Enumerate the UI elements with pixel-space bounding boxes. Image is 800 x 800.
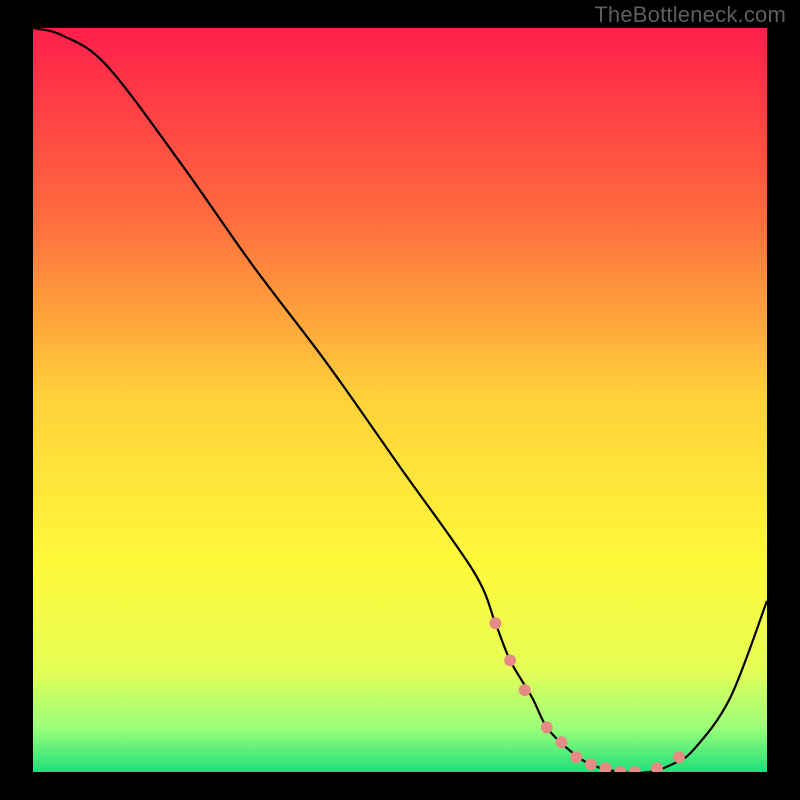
highlight-dot — [585, 759, 597, 771]
highlight-dot — [504, 654, 516, 666]
highlight-dot — [673, 751, 685, 763]
highlight-dot — [570, 751, 582, 763]
highlight-dot — [541, 721, 553, 733]
highlight-dot — [519, 684, 531, 696]
gradient-background — [33, 28, 767, 772]
attribution-label: TheBottleneck.com — [594, 2, 786, 28]
bottleneck-chart — [33, 28, 767, 772]
highlight-dot — [489, 617, 501, 629]
plot-area — [33, 28, 767, 772]
highlight-dot — [555, 736, 567, 748]
chart-frame: TheBottleneck.com — [0, 0, 800, 800]
